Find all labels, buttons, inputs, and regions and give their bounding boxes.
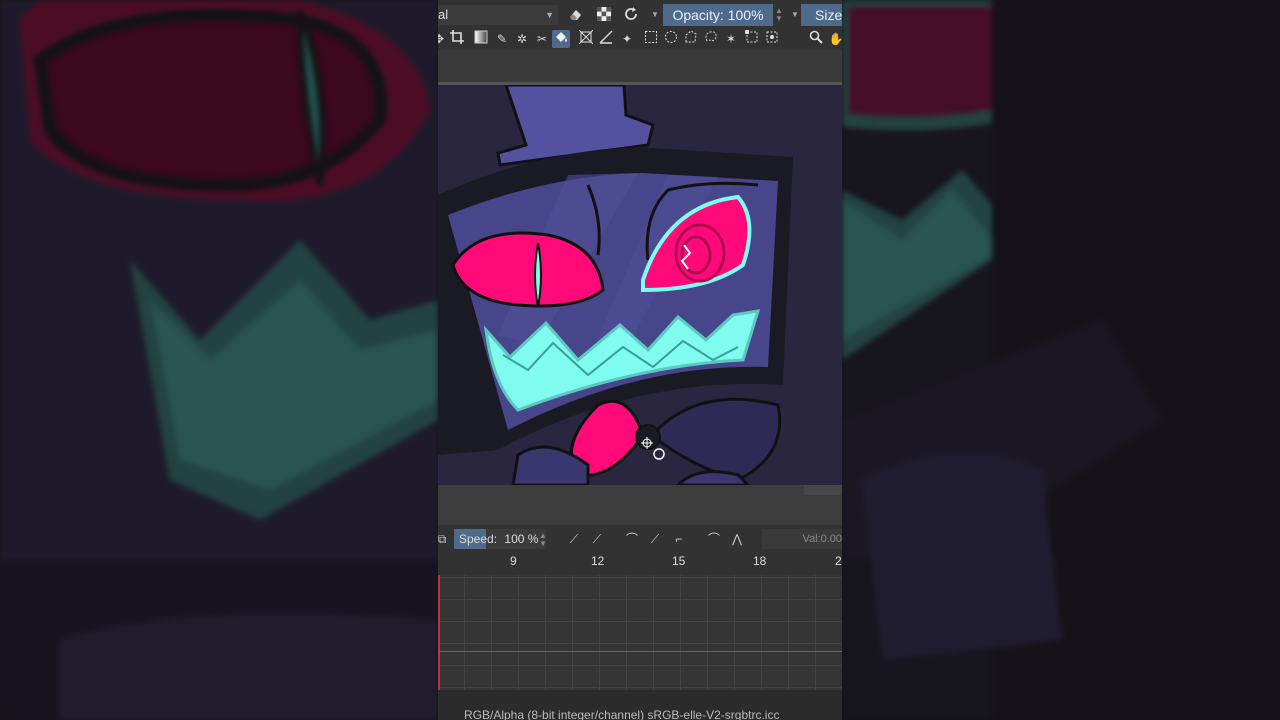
pan-icon[interactable]: ✋: [827, 30, 842, 48]
speed-slider[interactable]: Speed: 100 %: [454, 529, 546, 549]
interpolation-constant-icon[interactable]: ⌐: [671, 531, 687, 547]
speed-value: 100 %: [504, 532, 539, 546]
status-bar: RGB/Alpha (8-bit integer/channel) sRGB-e…: [438, 690, 842, 720]
ruler-tick: 2: [835, 554, 842, 568]
assistant-icon[interactable]: ✦: [618, 30, 636, 48]
frame-ruler: 9 12 15 18 2: [438, 553, 842, 575]
ellipse-select-icon[interactable]: [662, 30, 680, 48]
ruler-tick: 15: [672, 554, 686, 568]
animation-timeline-header: [438, 485, 842, 525]
playhead-marker[interactable]: [438, 575, 440, 690]
similar-select-icon[interactable]: [763, 30, 781, 48]
colorize-mask-icon[interactable]: ✂: [533, 30, 551, 48]
opacity-spin-icon[interactable]: ▲ ▼: [775, 7, 783, 23]
fill-icon[interactable]: [552, 30, 570, 48]
background-blur-left: [0, 0, 438, 720]
ruler-tick: 9: [510, 554, 517, 568]
size-slider[interactable]: Size:: [801, 4, 842, 26]
timeline-scrollbar[interactable]: [804, 485, 842, 495]
background-blur-right: [842, 0, 1280, 720]
frame-icon[interactable]: ⧉: [438, 531, 450, 547]
bezier-select-icon[interactable]: [743, 30, 761, 48]
smart-patch-icon[interactable]: ✲: [513, 30, 531, 48]
move-icon[interactable]: ✥: [438, 30, 448, 48]
interpolation-linear-icon[interactable]: ⟋: [647, 531, 663, 547]
speed-spin-icon[interactable]: ▲ ▼: [539, 532, 547, 548]
magic-wand-icon[interactable]: ✶: [722, 30, 740, 48]
value-field[interactable]: Val:0.00: [762, 529, 842, 549]
tangent-smooth-icon[interactable]: ⌒: [706, 531, 722, 547]
drawing-canvas[interactable]: [438, 85, 842, 485]
dropdown-icon[interactable]: ▼: [646, 6, 664, 24]
blend-mode-select[interactable]: al ▼: [438, 5, 558, 25]
ruler-tick: 18: [753, 554, 767, 568]
transform-icon[interactable]: [577, 29, 595, 48]
add-keyframe-icon[interactable]: ⟋: [566, 531, 582, 547]
toolbox: ✥ ✎ ✲ ✂ ✦ ✶ ✋: [438, 28, 842, 50]
eyedropper-icon[interactable]: ✎: [493, 30, 511, 48]
gradient-icon[interactable]: [472, 30, 490, 48]
rect-select-icon[interactable]: [642, 30, 660, 48]
reload-icon[interactable]: [622, 6, 640, 24]
blend-mode-value: al: [438, 7, 449, 22]
ruler-tick: 12: [591, 554, 605, 568]
chevron-down-icon: ▼: [545, 10, 554, 20]
krita-window: al ▼ ▼ Opacity: 100% ▲▼ ▼ Size: ✥ ✎ ✲ ✂: [438, 0, 842, 720]
document-tab-bar: [438, 50, 842, 85]
curve-line: [438, 651, 842, 652]
alpha-lock-icon[interactable]: [595, 6, 613, 24]
zoom-icon[interactable]: [807, 30, 825, 48]
animation-curves-toolbar: ⧉ Speed: 100 % ▲ ▼ ⟋ ⟋ ⌒ ⟋ ⌐ ⌒ ⋀ Val:0.00: [438, 525, 842, 553]
remove-keyframe-icon[interactable]: ⟋: [589, 531, 605, 547]
eraser-icon[interactable]: [566, 6, 584, 24]
freehand-select-icon[interactable]: [702, 30, 720, 48]
opacity-slider[interactable]: Opacity: 100%: [663, 4, 773, 26]
tangent-sharp-icon[interactable]: ⋀: [729, 531, 745, 547]
measure-icon[interactable]: [597, 30, 615, 48]
curves-grid[interactable]: [438, 575, 842, 690]
interpolation-bezier-icon[interactable]: ⌒: [624, 531, 640, 547]
crop-icon[interactable]: [448, 30, 466, 48]
polygon-select-icon[interactable]: [682, 30, 700, 48]
speed-label: Speed:: [459, 532, 498, 546]
brush-options-toolbar: al ▼ ▼ Opacity: 100% ▲▼ ▼ Size:: [438, 0, 842, 30]
